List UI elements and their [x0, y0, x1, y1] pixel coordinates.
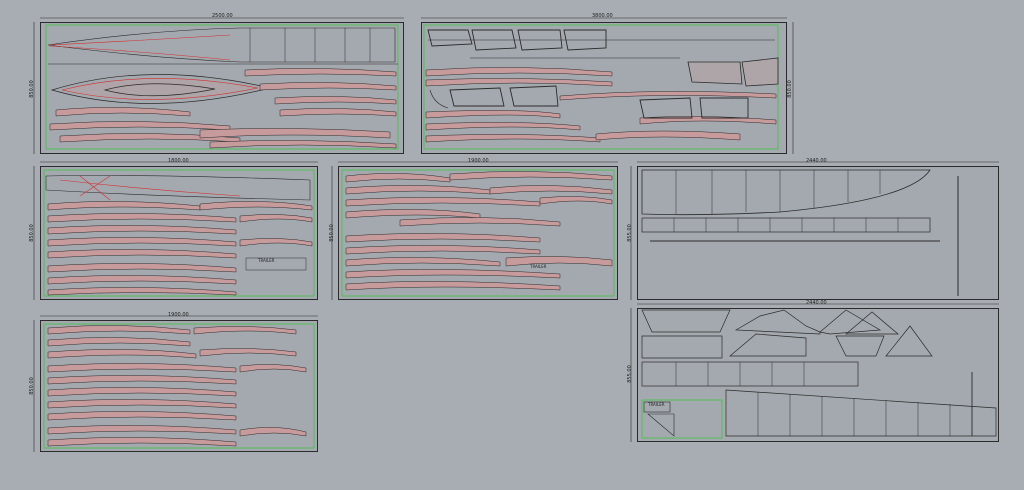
sheet-6-parts: [43, 323, 315, 449]
sheet-7-parts: [641, 309, 997, 439]
parts-drawing: [33, 17, 999, 452]
part-label-trailer: TRAILER: [530, 264, 547, 269]
sheet-1-parts: [45, 24, 399, 150]
part-label-trailer: TRAILER: [258, 258, 275, 263]
sheet-2-parts: [423, 24, 779, 150]
sheet-5-parts: [641, 169, 959, 296]
part-label-trailer: TRAILER: [648, 402, 665, 407]
sheet-3-parts: [43, 169, 315, 297]
sheet-4-parts: [341, 169, 615, 297]
